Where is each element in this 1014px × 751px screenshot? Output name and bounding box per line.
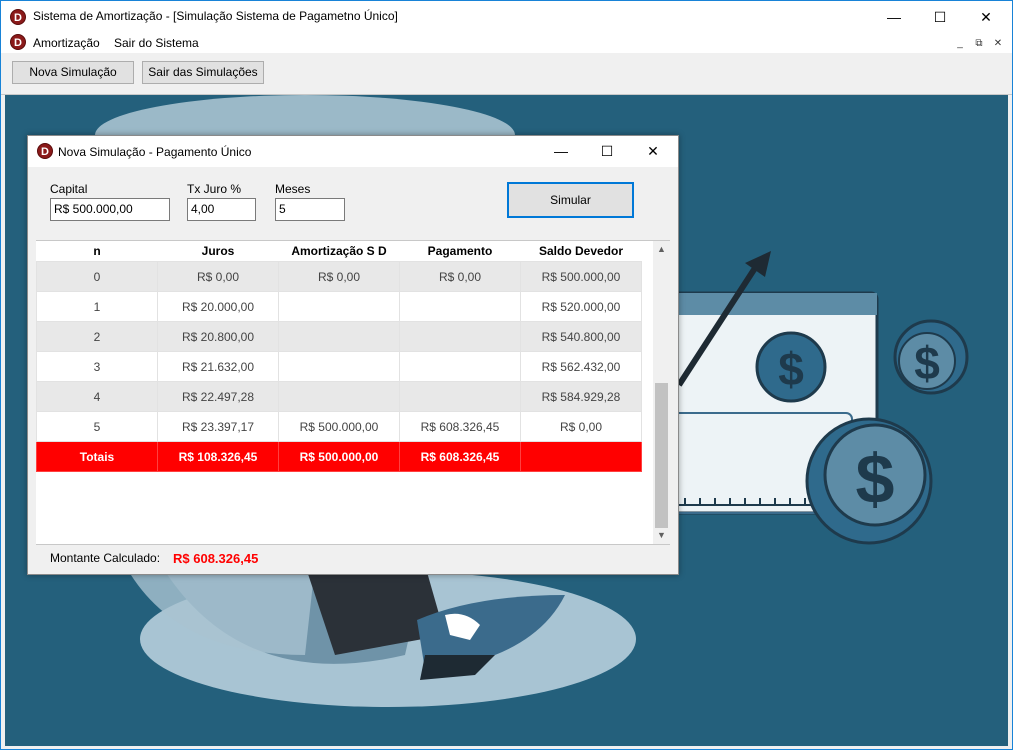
svg-text:$: $ — [914, 337, 940, 389]
cell-total-amortizacao: R$ 500.000,00 — [278, 441, 400, 472]
meses-input[interactable]: 5 — [275, 198, 345, 221]
close-button[interactable]: ✕ — [963, 1, 1009, 33]
card-header — [655, 293, 877, 315]
meses-label: Meses — [275, 182, 311, 196]
maximize-button[interactable]: ☐ — [917, 1, 963, 33]
scroll-down-icon[interactable]: ▼ — [653, 527, 670, 544]
cell-saldo: R$ 500.000,00 — [520, 261, 642, 292]
cell-pagamento: R$ 0,00 — [399, 261, 521, 292]
cell-pagamento — [399, 381, 521, 412]
svg-text:$: $ — [778, 343, 804, 395]
table-row[interactable]: 1 R$ 20.000,00 R$ 520.000,00 — [36, 291, 642, 322]
juro-label: Tx Juro % — [187, 182, 242, 196]
capital-input[interactable]: R$ 500.000,00 — [50, 198, 170, 221]
child-window-nova-simulacao: D Nova Simulação - Pagamento Único — ☐ ✕… — [27, 135, 679, 575]
cell-juros: R$ 20.800,00 — [157, 321, 279, 352]
cell-saldo: R$ 540.800,00 — [520, 321, 642, 352]
cell-juros: R$ 23.397,17 — [157, 411, 279, 442]
main-titlebar: D Sistema de Amortização - [Simulação Si… — [1, 1, 1012, 33]
child-maximize-button[interactable]: ☐ — [584, 136, 630, 167]
child-titlebar: D Nova Simulação - Pagamento Único — ☐ ✕ — [28, 136, 678, 167]
col-header-pagamento[interactable]: Pagamento — [399, 241, 521, 262]
cell-n: 0 — [36, 261, 158, 292]
cell-amortizacao — [278, 351, 400, 382]
cell-saldo: R$ 562.432,00 — [520, 351, 642, 382]
child-minimize-button[interactable]: — — [538, 136, 584, 167]
cell-pagamento — [399, 351, 521, 382]
cell-n: 3 — [36, 351, 158, 382]
cell-totais-label: Totais — [36, 441, 158, 472]
cell-pagamento — [399, 321, 521, 352]
cell-juros: R$ 20.000,00 — [157, 291, 279, 322]
cell-juros: R$ 22.497,28 — [157, 381, 279, 412]
juro-input[interactable]: 4,00 — [187, 198, 256, 221]
cell-total-saldo — [520, 441, 642, 472]
app-logo-icon: D — [10, 9, 26, 25]
cell-saldo: R$ 0,00 — [520, 411, 642, 442]
col-header-saldo[interactable]: Saldo Devedor — [520, 241, 642, 262]
mdi-child-icon[interactable]: D — [10, 34, 26, 50]
simular-button[interactable]: Simular — [507, 182, 634, 218]
cell-amortizacao — [278, 291, 400, 322]
cell-amortizacao: R$ 500.000,00 — [278, 411, 400, 442]
child-title: Nova Simulação - Pagamento Único — [58, 145, 252, 159]
menu-amortizacao[interactable]: Amortização — [33, 36, 100, 50]
scroll-up-icon[interactable]: ▲ — [653, 241, 670, 258]
cell-n: 4 — [36, 381, 158, 412]
montante-label: Montante Calculado: — [50, 551, 161, 565]
window-title: Sistema de Amortização - [Simulação Sist… — [33, 9, 398, 23]
cell-n: 2 — [36, 321, 158, 352]
col-header-amortizacao[interactable]: Amortização S D — [278, 241, 400, 262]
cell-pagamento: R$ 608.326,45 — [399, 411, 521, 442]
cell-n: 5 — [36, 411, 158, 442]
col-header-n[interactable]: n — [36, 241, 158, 262]
cell-amortizacao — [278, 321, 400, 352]
grid-header-row: n Juros Amortização S D Pagamento Saldo … — [36, 241, 642, 262]
mdi-minimize-icon[interactable]: _ — [952, 37, 968, 51]
montante-value: R$ 608.326,45 — [173, 551, 259, 566]
cell-total-pagamento: R$ 608.326,45 — [399, 441, 521, 472]
results-grid[interactable]: n Juros Amortização S D Pagamento Saldo … — [36, 240, 670, 544]
cell-juros: R$ 0,00 — [157, 261, 279, 292]
nova-simulacao-button[interactable]: Nova Simulação — [12, 61, 134, 84]
cell-amortizacao — [278, 381, 400, 412]
cell-total-juros: R$ 108.326,45 — [157, 441, 279, 472]
cell-pagamento — [399, 291, 521, 322]
child-app-icon: D — [37, 143, 53, 159]
svg-text:$: $ — [856, 440, 895, 518]
cell-saldo: R$ 584.929,28 — [520, 381, 642, 412]
totals-row[interactable]: Totais R$ 108.326,45 R$ 500.000,00 R$ 60… — [36, 441, 642, 472]
cell-n: 1 — [36, 291, 158, 322]
minimize-button[interactable]: — — [871, 1, 917, 33]
mdi-close-icon[interactable]: ✕ — [990, 37, 1006, 51]
table-row[interactable]: 5 R$ 23.397,17 R$ 500.000,00 R$ 608.326,… — [36, 411, 642, 442]
cell-amortizacao: R$ 0,00 — [278, 261, 400, 292]
cell-saldo: R$ 520.000,00 — [520, 291, 642, 322]
mdi-restore-icon[interactable]: ⧉ — [971, 37, 987, 51]
cell-juros: R$ 21.632,00 — [157, 351, 279, 382]
capital-label: Capital — [50, 182, 88, 196]
status-bar: Montante Calculado: R$ 608.326,45 — [36, 544, 670, 567]
child-close-button[interactable]: ✕ — [630, 136, 676, 167]
scroll-thumb[interactable] — [655, 383, 668, 528]
table-row[interactable]: 2 R$ 20.800,00 R$ 540.800,00 — [36, 321, 642, 352]
mdi-client-area: $ $ $ D Nova Simulação - Pagamento Único… — [5, 95, 1008, 746]
menu-sair-do-sistema[interactable]: Sair do Sistema — [114, 36, 199, 50]
sair-simulacoes-button[interactable]: Sair das Simulações — [142, 61, 264, 84]
results-table: n Juros Amortização S D Pagamento Saldo … — [36, 241, 642, 472]
col-header-juros[interactable]: Juros — [157, 241, 279, 262]
menubar: D Amortização Sair do Sistema — [1, 33, 1012, 53]
table-row[interactable]: 0 R$ 0,00 R$ 0,00 R$ 0,00 R$ 500.000,00 — [36, 261, 642, 292]
grid-vertical-scrollbar[interactable]: ▲ ▼ — [653, 241, 670, 544]
toolbar: Nova Simulação Sair das Simulações — [1, 53, 1012, 95]
main-window: D Sistema de Amortização - [Simulação Si… — [0, 0, 1013, 750]
table-row[interactable]: 3 R$ 21.632,00 R$ 562.432,00 — [36, 351, 642, 382]
table-row[interactable]: 4 R$ 22.497,28 R$ 584.929,28 — [36, 381, 642, 412]
